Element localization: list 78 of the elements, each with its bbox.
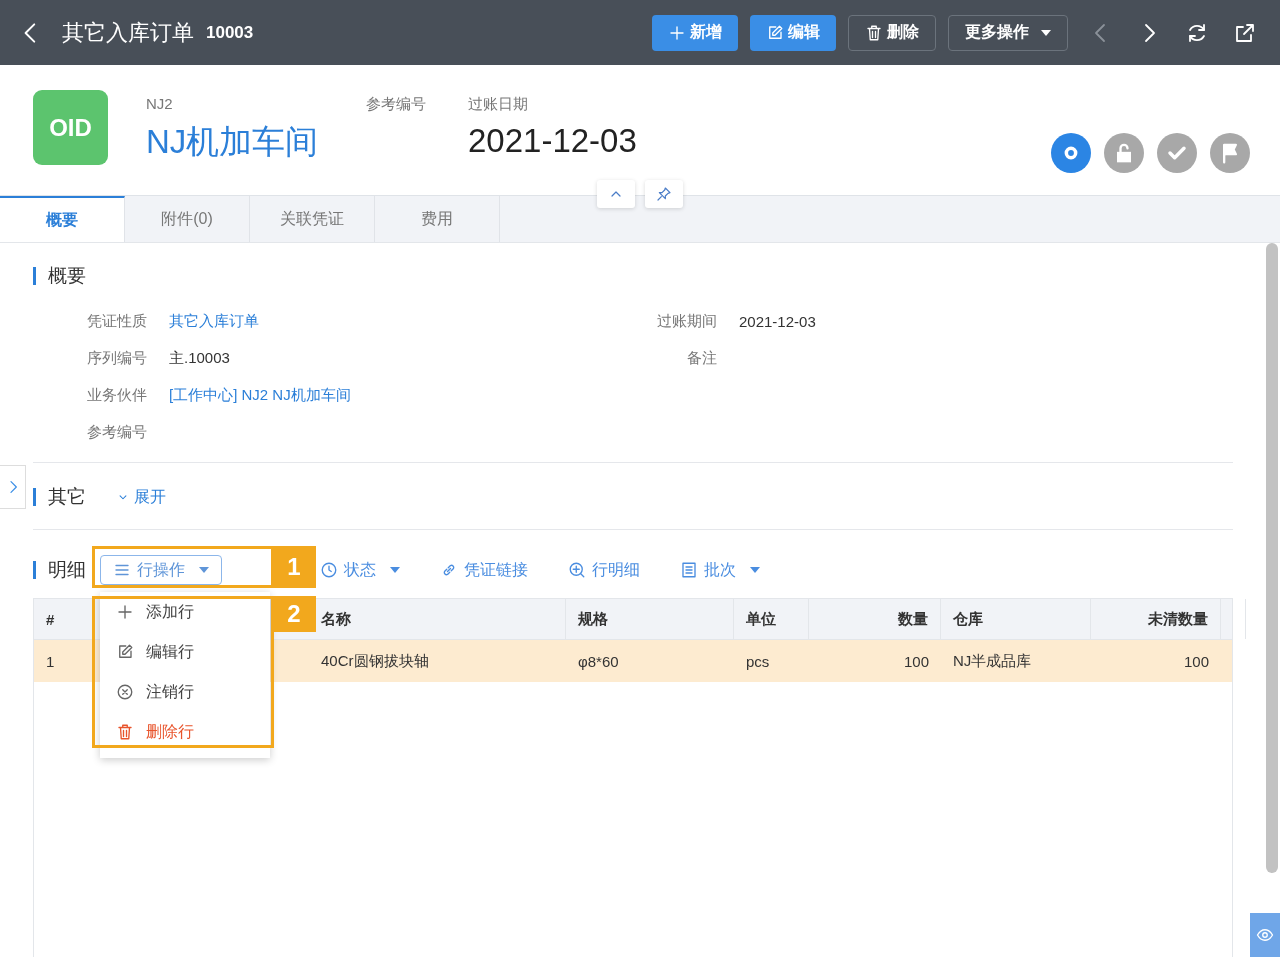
table-cell: NJ半成品库 xyxy=(953,651,1032,671)
expand-sidebar-button[interactable] xyxy=(0,465,26,509)
tab[interactable]: 费用 xyxy=(375,196,500,242)
scrollbar[interactable] xyxy=(1266,243,1278,873)
field-link[interactable]: [工作中心] NJ2 NJ机加车间 xyxy=(169,385,351,405)
list-icon xyxy=(680,561,698,579)
status-step[interactable] xyxy=(1157,133,1197,173)
edit-icon xyxy=(116,643,134,661)
section-title: 概要 xyxy=(48,264,86,288)
callout-number: 2 xyxy=(272,596,316,632)
zoom-in-icon xyxy=(568,561,586,579)
callout-number: 1 xyxy=(272,546,316,588)
eye-icon xyxy=(1256,926,1274,944)
field-label: 参考编号 xyxy=(86,422,147,442)
field-label: 备注 xyxy=(686,348,717,368)
pin-button[interactable] xyxy=(645,180,683,208)
table-cell: 100 xyxy=(903,652,929,670)
caret-icon xyxy=(199,567,209,573)
menu-item[interactable]: 删除行 xyxy=(100,712,270,752)
toolbar-button[interactable]: 状态 xyxy=(320,555,400,585)
action-button[interactable]: 删除 xyxy=(848,14,936,51)
column-header: 数量 xyxy=(898,609,928,629)
field-value: 2021-12-03 xyxy=(739,312,816,330)
field-label: 凭证性质 xyxy=(86,311,147,331)
table-cell: 40Cr圆钢拔块轴 xyxy=(321,651,429,671)
caret-icon xyxy=(750,567,760,573)
caret-icon xyxy=(390,567,400,573)
caret-icon xyxy=(1041,29,1051,36)
column-header: 单位 xyxy=(746,609,776,629)
menu-item[interactable]: 添加行 xyxy=(100,592,270,632)
tab[interactable]: 附件(0) xyxy=(125,196,250,242)
field-value: 主.10003 xyxy=(169,348,230,368)
field-label: 序列编号 xyxy=(86,348,147,368)
toolbar-button[interactable]: 行操作 xyxy=(100,555,222,585)
status-step[interactable] xyxy=(1104,133,1144,173)
edit-icon xyxy=(766,23,784,42)
tab[interactable]: 概要 xyxy=(0,196,125,242)
plus-icon xyxy=(116,603,134,621)
column-header: # xyxy=(46,610,55,628)
partner-code: NJ2 xyxy=(146,95,174,112)
tab[interactable]: 关联凭证 xyxy=(250,196,375,242)
field-label: 过账日期 xyxy=(468,95,529,114)
circle-x-icon xyxy=(116,683,134,701)
table-cell: 1 xyxy=(46,652,55,670)
view-button[interactable] xyxy=(1250,913,1280,957)
trash-icon xyxy=(865,23,883,42)
table-cell: 100 xyxy=(1183,652,1209,670)
field-label: 参考编号 xyxy=(366,95,427,114)
toolbar-button[interactable]: 批次 xyxy=(680,555,760,585)
doc-badge: OID xyxy=(33,90,108,165)
plus-icon xyxy=(668,23,686,42)
toolbar-button[interactable]: 行明细 xyxy=(568,555,640,585)
section-title: 明细 xyxy=(48,558,86,582)
order-number: 10003 xyxy=(206,22,254,43)
toolbar-button[interactable]: 凭证链接 xyxy=(440,555,528,585)
section-title: 其它 xyxy=(48,485,86,509)
expand-link[interactable]: 展开 xyxy=(116,486,166,508)
posting-date: 2021-12-03 xyxy=(468,122,637,160)
column-header: 未清数量 xyxy=(1148,609,1208,629)
column-header: 名称 xyxy=(321,609,351,629)
page-title: 其它入库订单 xyxy=(62,18,194,47)
more-actions-button[interactable]: 更多操作 xyxy=(948,14,1068,51)
table-cell: pcs xyxy=(746,652,770,670)
clock-icon xyxy=(320,561,338,579)
collapse-button[interactable] xyxy=(597,180,635,208)
partner-name: NJ机加车间 xyxy=(146,122,320,162)
status-step[interactable] xyxy=(1051,133,1091,173)
action-button[interactable]: 编辑 xyxy=(750,14,836,51)
pin-icon xyxy=(656,186,672,202)
table-cell: φ8*60 xyxy=(578,652,619,670)
column-header: 仓库 xyxy=(953,609,983,629)
trash-icon xyxy=(116,723,134,741)
field-link[interactable]: 其它入库订单 xyxy=(169,311,259,331)
column-header: 规格 xyxy=(578,609,608,629)
status-step[interactable] xyxy=(1210,133,1250,173)
field-label: 过账期间 xyxy=(656,311,717,331)
field-label: 业务伙伴 xyxy=(86,385,147,405)
action-button[interactable]: 新增 xyxy=(652,14,738,51)
